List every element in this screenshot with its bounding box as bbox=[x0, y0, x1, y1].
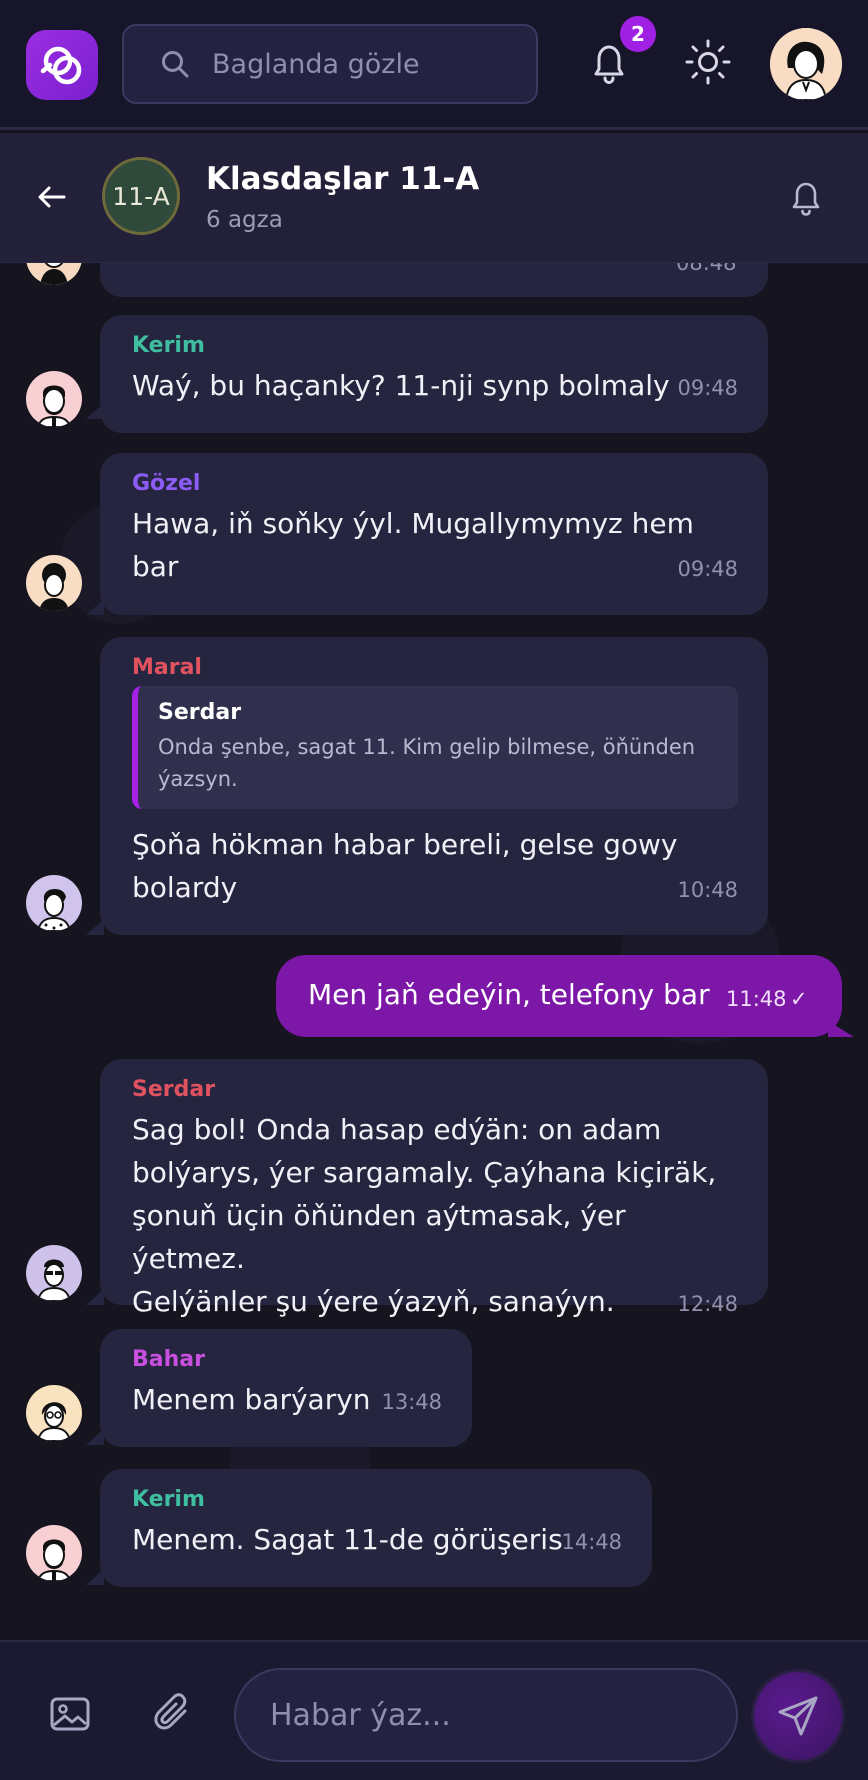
sender-avatar-kerim[interactable] bbox=[26, 1525, 82, 1581]
message-text-line2: bar bbox=[132, 550, 179, 583]
quoted-text-line1: Onda şenbe, sagat 11. Kim gelip bilmese,… bbox=[158, 735, 696, 759]
man-avatar-icon bbox=[26, 875, 82, 931]
person-avatar-icon bbox=[26, 263, 82, 285]
message-read-status-check: ✓ bbox=[790, 987, 808, 1011]
sender-name: Maral bbox=[132, 655, 202, 680]
app-top-bar: Baglanda gözle 2 bbox=[0, 0, 868, 130]
user-profile-avatar[interactable] bbox=[770, 28, 842, 100]
message-text-line1: Hawa, iň soňky ýyl. Mugallymymyz hem bbox=[132, 507, 694, 540]
send-paper-plane-icon bbox=[778, 1696, 818, 1736]
message-input-placeholder: Habar ýaz... bbox=[270, 1697, 451, 1733]
message-time: 14:48 bbox=[561, 1530, 622, 1554]
message-text: Menem. Sagat 11-de görüşeris bbox=[132, 1523, 563, 1556]
message-text-line1: Şoňa hökman habar bereli, gelse gowy bbox=[132, 828, 678, 861]
message-item: Kerim Waý, bu haçanky? 11-nji synp bolma… bbox=[0, 315, 868, 435]
sender-name: Serdar bbox=[132, 1077, 216, 1102]
sender-avatar-serdar[interactable] bbox=[26, 1245, 82, 1301]
message-item: Gözel Hawa, iň soňky ýyl. Mugallymymyz h… bbox=[0, 453, 868, 619]
message-text-line1: Sag bol! Onda hasap edýän: on adam bbox=[132, 1113, 662, 1146]
message-text: Men jaň edeýin, telefony bar bbox=[308, 978, 710, 1011]
quoted-text-line2: ýazsyn. bbox=[158, 767, 238, 791]
man-sunglasses-avatar-icon bbox=[26, 1245, 82, 1301]
paperclip-icon[interactable] bbox=[152, 1692, 196, 1736]
send-button[interactable] bbox=[754, 1672, 842, 1760]
search-placeholder: Baglanda gözle bbox=[212, 48, 420, 80]
woman-glasses-avatar-icon bbox=[26, 1385, 82, 1441]
sender-name: Gözel bbox=[132, 471, 201, 496]
message-text-line3: şonuň üçin öňünden aýtmasak, ýer ýetmez. bbox=[132, 1199, 626, 1275]
sender-avatar-maral[interactable] bbox=[26, 875, 82, 931]
group-avatar[interactable]: 11-A bbox=[102, 157, 180, 235]
sender-avatar-bahar[interactable] bbox=[26, 1385, 82, 1441]
sender-avatar bbox=[26, 263, 82, 285]
sender-name: Kerim bbox=[132, 333, 205, 358]
message-text-line2: bolýarys, ýer sargamaly. Çaýhana kiçiräk… bbox=[132, 1156, 717, 1189]
outgoing-message-item: Men jaň edeýin, telefony bar 11:48 ✓ bbox=[0, 955, 868, 1039]
message-item: Serdar Sag bol! Onda hasap edýän: on ada… bbox=[0, 1059, 868, 1318]
sender-avatar-gozel[interactable] bbox=[26, 555, 82, 611]
message-time: 11:48 bbox=[726, 987, 787, 1011]
message-partial: 08:48 bbox=[0, 263, 868, 297]
message-time: 13:48 bbox=[381, 1390, 442, 1414]
message-text-line4: Gelýänler şu ýere ýazyň, sanaýyn. bbox=[132, 1285, 615, 1318]
quoted-reply[interactable]: Serdar Onda şenbe, sagat 11. Kim gelip b… bbox=[132, 686, 738, 809]
message-time: 10:48 bbox=[677, 878, 738, 902]
message-item: Kerim Menem. Sagat 11-de görüşeris 14:48 bbox=[0, 1469, 868, 1589]
message-text: Menem barýaryn bbox=[132, 1383, 371, 1416]
chat-notifications-bell-icon[interactable] bbox=[786, 177, 826, 219]
sender-name: Bahar bbox=[132, 1347, 205, 1372]
quoted-sender: Serdar bbox=[158, 700, 242, 725]
message-text: Waý, bu haçanky? 11-nji synp bolmaly bbox=[132, 369, 670, 402]
image-attach-icon[interactable] bbox=[48, 1692, 92, 1736]
message-time: 09:48 bbox=[677, 376, 738, 400]
search-box[interactable]: Baglanda gözle bbox=[122, 24, 538, 104]
message-time: 09:48 bbox=[677, 557, 738, 581]
message-input[interactable]: Habar ýaz... bbox=[234, 1668, 738, 1762]
sender-avatar-kerim[interactable] bbox=[26, 371, 82, 427]
chat-title: Klasdaşlar 11-A bbox=[206, 161, 480, 197]
message-item: Maral Serdar Onda şenbe, sagat 11. Kim g… bbox=[0, 637, 868, 937]
chat-header: 11-A Klasdaşlar 11-A 6 agza bbox=[0, 133, 868, 263]
message-item: Bahar Menem barýaryn 13:48 bbox=[0, 1329, 868, 1449]
chat-member-count: 6 agza bbox=[206, 207, 283, 233]
message-list[interactable]: 08:48 Kerim Waý, bu haçanky? 11-nji synp… bbox=[0, 263, 868, 1640]
search-icon bbox=[162, 51, 189, 78]
woman-curly-avatar-icon bbox=[26, 555, 82, 611]
message-text-line2: bolardy bbox=[132, 871, 238, 904]
message-composer: Habar ýaz... bbox=[0, 1640, 868, 1780]
message-time: 12:48 bbox=[677, 1292, 738, 1316]
woman-avatar-icon bbox=[770, 28, 842, 100]
app-logo[interactable] bbox=[26, 30, 98, 100]
bearded-man-avatar-icon bbox=[26, 371, 82, 427]
chain-link-logo-icon bbox=[40, 46, 82, 85]
notification-count-badge: 2 bbox=[620, 16, 656, 52]
bearded-man-avatar-icon bbox=[26, 1525, 82, 1581]
theme-toggle-sun-icon[interactable] bbox=[684, 38, 732, 86]
message-time: 08:48 bbox=[676, 263, 737, 275]
back-arrow-icon[interactable] bbox=[36, 181, 68, 213]
sender-name: Kerim bbox=[132, 1487, 205, 1512]
